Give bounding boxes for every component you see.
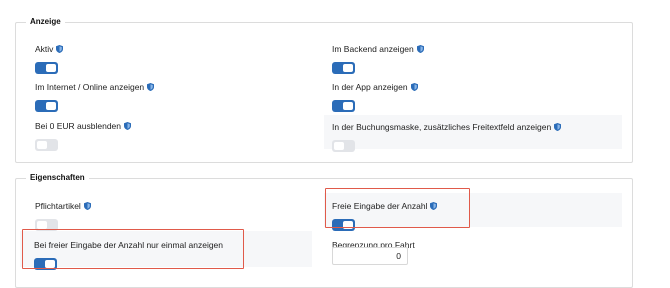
field-null-eur: Bei 0 EUR ausblenden	[35, 116, 132, 151]
backend-toggle[interactable]	[332, 62, 355, 74]
freitextfeld-toggle[interactable]	[332, 140, 355, 152]
anzeige-legend: Anzeige	[26, 16, 65, 28]
shield-icon	[554, 123, 562, 131]
aktiv-toggle[interactable]	[35, 62, 58, 74]
begrenzung-input[interactable]: 0	[332, 247, 408, 265]
app-toggle[interactable]	[332, 100, 355, 112]
shield-icon	[147, 83, 155, 91]
field-freitextfeld-label: In der Buchungsmaske, zusätzliches Freit…	[332, 122, 552, 132]
field-backend: Im Backend anzeigen	[332, 39, 424, 74]
shield-icon	[410, 83, 418, 91]
field-internet-label: Im Internet / Online anzeigen	[35, 82, 145, 92]
highlight-freie-eingabe	[325, 188, 470, 228]
field-app-label: In der App anzeigen	[332, 82, 408, 92]
shield-icon	[124, 122, 132, 130]
shield-icon	[416, 45, 424, 53]
highlight-nur-einmal	[22, 229, 244, 269]
field-null-eur-label: Bei 0 EUR ausblenden	[35, 121, 122, 131]
field-backend-label: Im Backend anzeigen	[332, 44, 414, 54]
internet-toggle[interactable]	[35, 100, 58, 112]
field-aktiv: Aktiv	[35, 39, 64, 74]
shield-icon	[56, 45, 64, 53]
shield-icon	[83, 202, 91, 210]
eigenschaften-legend: Eigenschaften	[26, 172, 89, 184]
field-internet: Im Internet / Online anzeigen	[35, 77, 155, 112]
field-pflichtartikel: Pflichtartikel	[35, 196, 91, 231]
field-freitextfeld: In der Buchungsmaske, zusätzliches Freit…	[324, 115, 622, 152]
anzeige-fieldset: Anzeige Aktiv Im Backend anzeigen Im Int…	[15, 16, 633, 163]
field-pflichtartikel-label: Pflichtartikel	[35, 201, 81, 211]
null-eur-toggle[interactable]	[35, 139, 58, 151]
field-app: In der App anzeigen	[332, 77, 418, 112]
field-aktiv-label: Aktiv	[35, 44, 54, 54]
